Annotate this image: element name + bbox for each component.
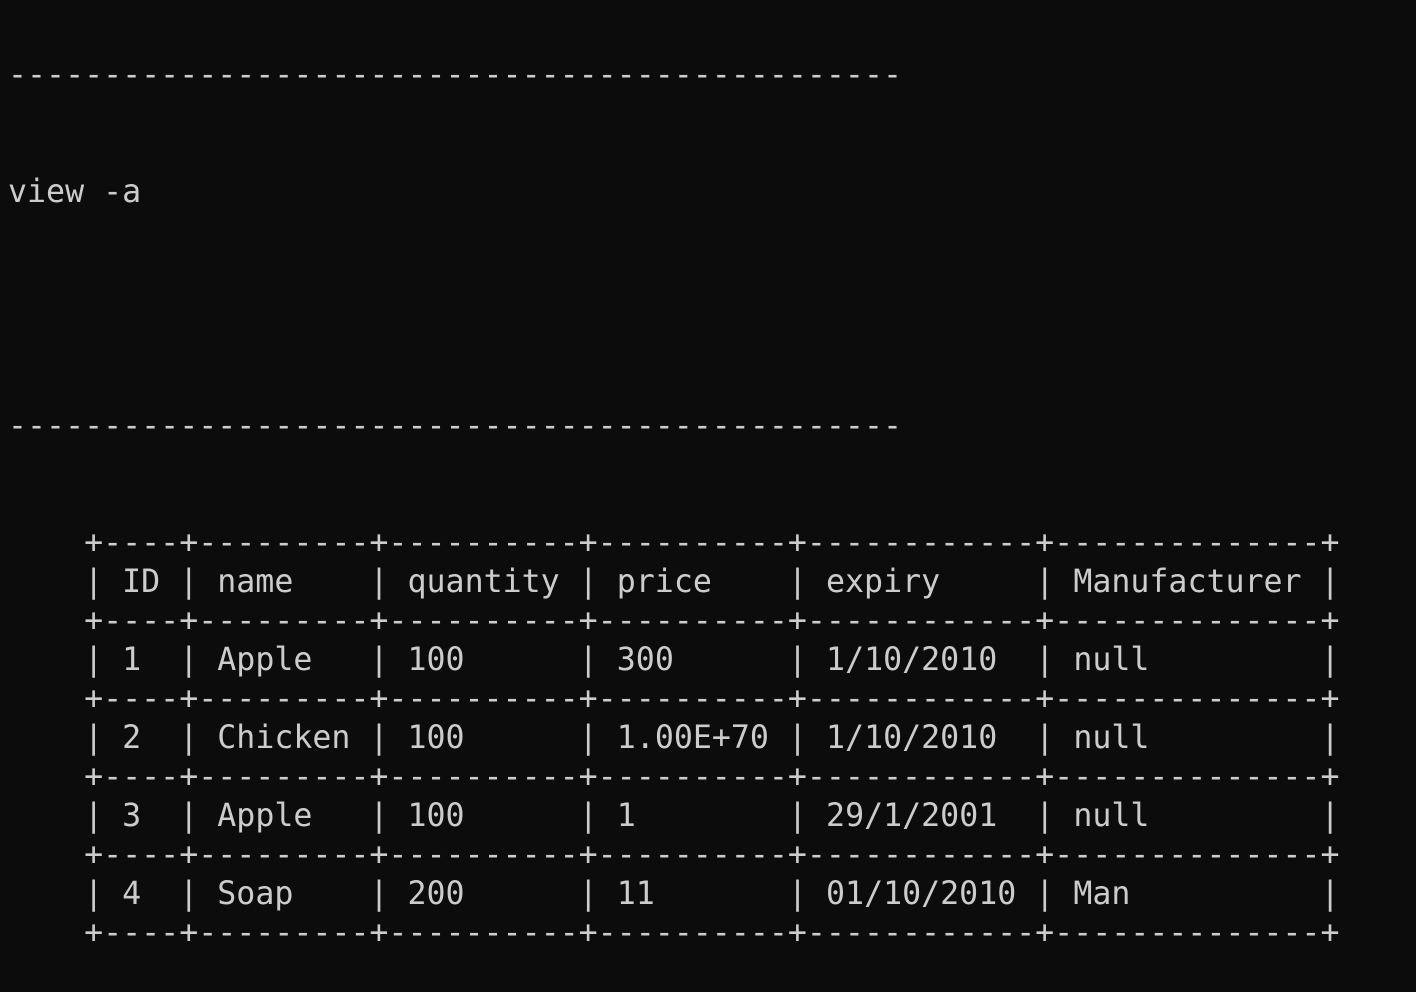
table-cell-quantity: quantity — [407, 564, 560, 600]
table-cell-quantity: 100 — [407, 798, 465, 834]
table-cell-manufacturer: Manufacturer — [1073, 564, 1302, 600]
table-row: | 2 | Chicken | 100 | 1.00E+70 | 1/10/20… — [8, 720, 1340, 756]
table-row: | 1 | Apple | 100 | 300 | 1/10/2010 | nu… — [8, 642, 1340, 678]
table-border-line: +----+---------+----------+----------+--… — [8, 759, 1340, 795]
table-header-row: | ID | name | quantity | price | expiry … — [8, 564, 1340, 600]
table-border-line: +----+---------+----------+----------+--… — [8, 915, 1340, 951]
table-cell-id: 4 — [122, 876, 142, 912]
table-cell-name: Apple — [217, 798, 313, 834]
table-border-line: +----+---------+----------+----------+--… — [8, 603, 1340, 639]
table-output: +----+---------+----------+----------+--… — [8, 524, 1340, 953]
table-cell-manufacturer: null — [1073, 798, 1150, 834]
table-cell-price: price — [616, 564, 712, 600]
table-row: | 4 | Soap | 200 | 11 | 01/10/2010 | Man… — [8, 876, 1340, 912]
table-cell-expiry: 1/10/2010 — [826, 720, 998, 756]
table-cell-expiry: 29/1/2001 — [826, 798, 998, 834]
table-cell-name: Chicken — [217, 720, 351, 756]
command-line: view -a — [8, 174, 142, 210]
table-cell-quantity: 200 — [407, 876, 465, 912]
table-cell-name: Apple — [217, 642, 313, 678]
table-border-line: +----+---------+----------+----------+--… — [8, 525, 1340, 561]
table-cell-name: name — [217, 564, 294, 600]
table-border-line: +----+---------+----------+----------+--… — [8, 837, 1340, 873]
table-cell-price: 11 — [616, 876, 655, 912]
table-cell-manufacturer: null — [1073, 642, 1150, 678]
table-cell-manufacturer: Man — [1073, 876, 1131, 912]
table-cell-id: ID — [122, 564, 161, 600]
table-cell-expiry: 01/10/2010 — [826, 876, 1017, 912]
table-cell-quantity: 100 — [407, 642, 465, 678]
table-cell-quantity: 100 — [407, 720, 465, 756]
table-cell-id: 2 — [122, 720, 142, 756]
table-border-line: +----+---------+----------+----------+--… — [8, 681, 1340, 717]
table-cell-name: Soap — [217, 876, 294, 912]
table-cell-price: 1 — [616, 798, 636, 834]
table-row: | 3 | Apple | 100 | 1 | 29/1/2001 | null… — [8, 798, 1340, 834]
table-cell-expiry: 1/10/2010 — [826, 642, 998, 678]
table-cell-price: 300 — [616, 642, 674, 678]
table-cell-id: 3 — [122, 798, 142, 834]
separator-line-bottom: ----------------------------------------… — [8, 408, 902, 444]
table-cell-manufacturer: null — [1073, 720, 1150, 756]
table-cell-id: 1 — [122, 642, 142, 678]
terminal-window[interactable]: ----------------------------------------… — [8, 0, 1340, 992]
separator-line-top: ----------------------------------------… — [8, 57, 902, 93]
table-cell-price: 1.00E+70 — [616, 720, 769, 756]
table-cell-expiry: expiry — [826, 564, 941, 600]
